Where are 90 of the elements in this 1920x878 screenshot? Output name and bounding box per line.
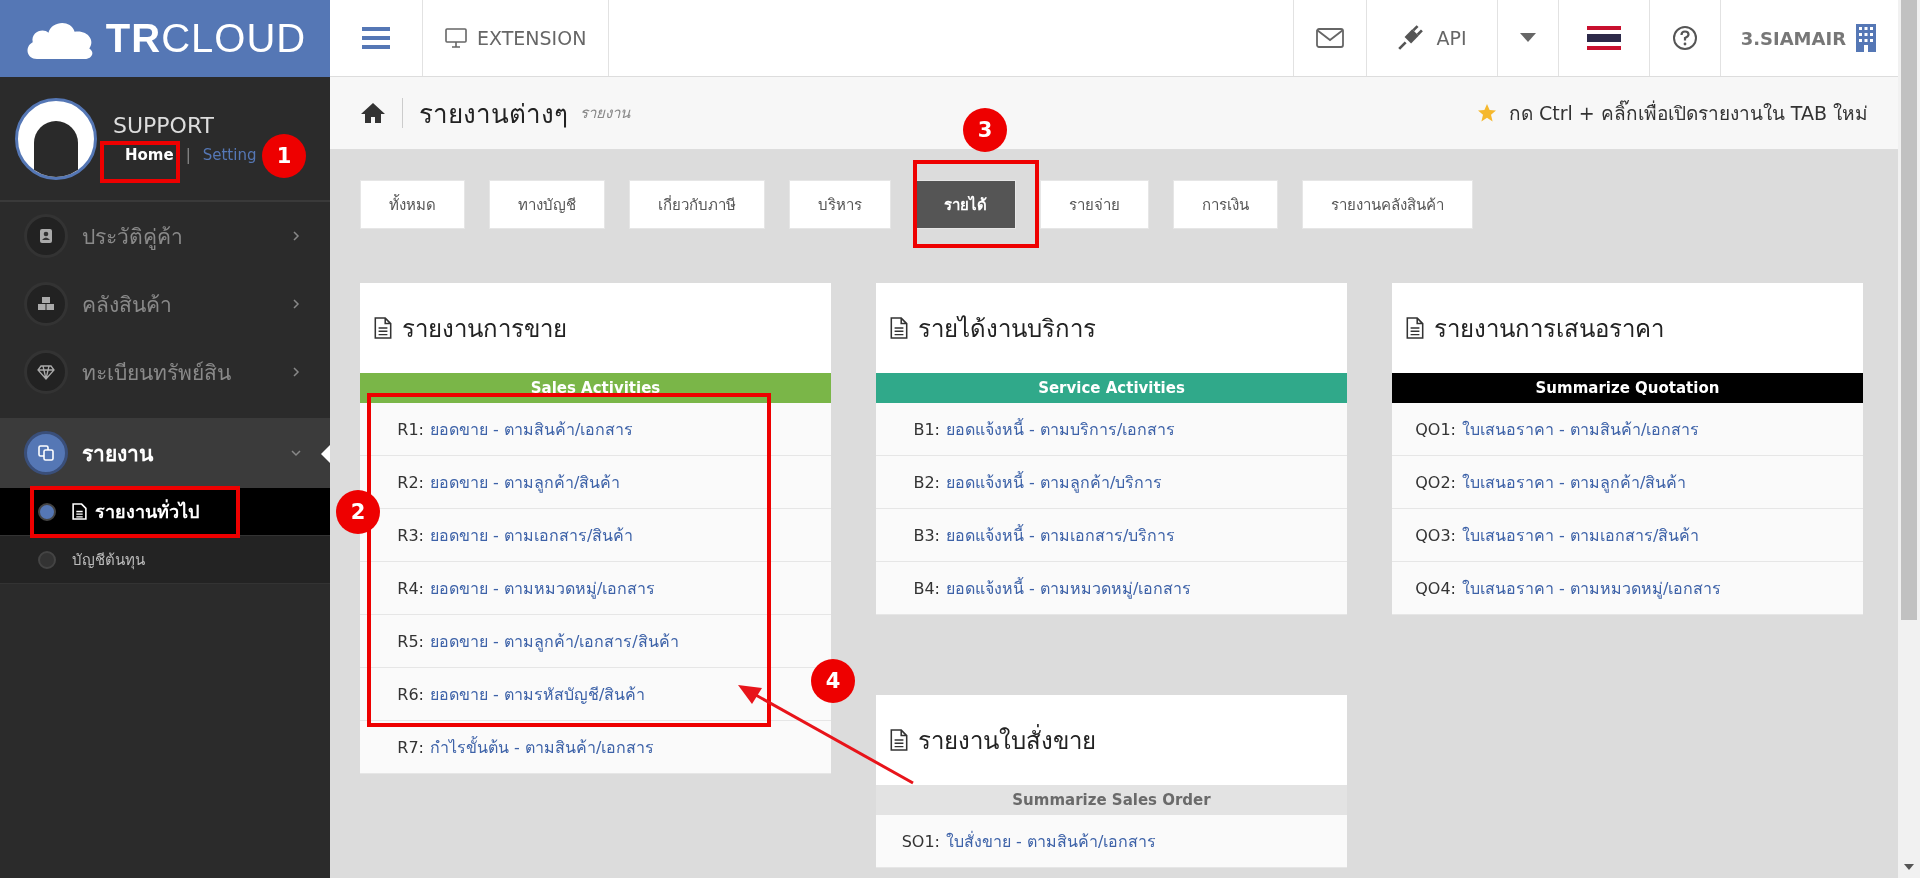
report-link[interactable]: ใบเสนอราคา - ตามเอกสาร/สินค้า <box>1462 522 1700 548</box>
report-link[interactable]: ยอดแจ้งหนี้ - ตามเอกสาร/บริการ <box>946 522 1176 548</box>
document-icon <box>374 317 392 339</box>
card-title: รายได้งานบริการ <box>918 313 1096 345</box>
report-link[interactable]: ยอดแจ้งหนี้ - ตามลูกค้า/บริการ <box>946 469 1163 495</box>
home-icon[interactable] <box>360 102 386 124</box>
chevron-right-icon <box>290 230 302 242</box>
scrollbar[interactable] <box>1898 0 1920 878</box>
home-link[interactable]: Home <box>125 146 174 164</box>
report-tab[interactable]: รายได้ <box>915 180 1016 229</box>
report-link[interactable]: ใบเสนอราคา - ตามสินค้า/เอกสาร <box>1462 416 1700 442</box>
card-title: รายงานการขาย <box>402 313 567 345</box>
report-code: R6: <box>396 684 424 704</box>
page-title: รายงานต่างๆ <box>419 97 568 131</box>
report-tab[interactable]: ทั้งหมด <box>360 180 465 229</box>
report-code: B4: <box>912 578 940 598</box>
report-code: B3: <box>912 525 940 545</box>
mail-icon <box>1315 28 1344 48</box>
active-pointer <box>321 445 330 463</box>
report-link[interactable]: ใบเสนอราคา - ตามลูกค้า/สินค้า <box>1462 469 1687 495</box>
caret-icon <box>1519 33 1536 43</box>
report-tab[interactable]: เกี่ยวกับภาษี <box>629 180 765 229</box>
tree-dot <box>38 502 56 521</box>
document-icon <box>1406 317 1424 339</box>
step-number: 2 <box>336 490 380 534</box>
sidebar-item[interactable]: คลังสินค้า <box>0 270 330 338</box>
flag-icon <box>1586 26 1621 50</box>
document-icon <box>890 729 908 751</box>
boxes-icon <box>37 296 55 312</box>
report-tab[interactable]: รายงานคลังสินค้า <box>1302 180 1473 229</box>
report-code: R3: <box>396 525 424 545</box>
report-link[interactable]: ยอดขาย - ตามลูกค้า/เอกสาร/สินค้า <box>430 628 679 654</box>
plug-icon <box>1396 25 1423 51</box>
sidebar-item[interactable]: รายงาน <box>0 418 330 488</box>
document-icon <box>72 503 87 520</box>
star-icon <box>1476 103 1497 123</box>
report-link[interactable]: ใบเสนอราคา - ตามหมวดหมู่/เอกสาร <box>1462 575 1722 601</box>
report-tab[interactable]: การเงิน <box>1173 180 1278 229</box>
report-link[interactable]: ยอดแจ้งหนี้ - ตามบริการ/เอกสาร <box>946 416 1176 442</box>
hint-text: กด Ctrl + คลิ๊กเพื่อเปิดรายงานใน TAB ใหม่ <box>1508 99 1868 126</box>
user-name: SUPPORT <box>113 113 216 138</box>
chevron-right-icon <box>290 298 302 310</box>
report-tab[interactable]: บริหาร <box>789 180 891 229</box>
report-link[interactable]: กำไรขั้นต้น - ตามสินค้า/เอกสาร <box>430 734 655 760</box>
setting-link[interactable]: Setting <box>202 146 257 164</box>
report-code: R4: <box>396 578 424 598</box>
sidebar-subitem[interactable]: รายงานทั่วไป <box>0 488 330 536</box>
report-link[interactable]: ยอดขาย - ตามสินค้า/เอกสาร <box>430 416 634 442</box>
logo-text: TRCLOUD <box>105 16 307 61</box>
report-link[interactable]: ยอดขาย - ตามเอกสาร/สินค้า <box>430 522 634 548</box>
help-icon <box>1671 25 1698 51</box>
tree-dot <box>38 550 56 569</box>
report-tab[interactable]: รายจ่าย <box>1040 180 1149 229</box>
diamond-icon <box>37 364 55 380</box>
scroll-down-icon[interactable] <box>1904 864 1914 870</box>
card-title: รายงานการเสนอราคา <box>1434 313 1664 345</box>
section-band: Service Activities <box>876 373 1347 403</box>
report-code: B1: <box>912 419 940 439</box>
report-code: R5: <box>396 631 424 651</box>
document-icon <box>890 317 908 339</box>
menu-icon <box>362 27 390 49</box>
monitor-icon <box>445 28 467 48</box>
building-icon <box>1856 24 1876 52</box>
report-code: QO2: <box>1414 472 1456 492</box>
report-code: QO4: <box>1414 578 1456 598</box>
report-link[interactable]: ยอดขาย - ตามลูกค้า/สินค้า <box>430 469 621 495</box>
section-band: Summarize Quotation <box>1392 373 1863 403</box>
report-code: SO1: <box>900 831 940 851</box>
chevron-right-icon <box>290 366 302 378</box>
section-band: Summarize Sales Order <box>876 785 1347 815</box>
card-title: รายงานใบสั่งขาย <box>918 723 1096 757</box>
report-link[interactable]: ยอดแจ้งหนี้ - ตามหมวดหมู่/เอกสาร <box>946 575 1192 601</box>
report-code: B2: <box>912 472 940 492</box>
report-link[interactable]: ยอดขาย - ตามรหัสบัญชี/สินค้า <box>430 681 646 707</box>
report-link[interactable]: ยอดขาย - ตามหมวดหมู่/เอกสาร <box>430 575 656 601</box>
chevron-down-icon <box>290 447 302 459</box>
report-link[interactable]: ใบสั่งขาย - ตามสินค้า/เอกสาร <box>946 828 1157 854</box>
report-code: R1: <box>396 419 424 439</box>
report-code: QO3: <box>1414 525 1456 545</box>
report-code: R7: <box>396 737 424 757</box>
separator: | <box>185 146 191 164</box>
copy-icon <box>37 444 55 462</box>
sidebar-item[interactable]: ทะเบียนทรัพย์สิน <box>0 338 330 406</box>
contact-book-icon <box>38 228 54 244</box>
report-code: R2: <box>396 472 424 492</box>
report-code: QO1: <box>1414 419 1456 439</box>
page-subtitle: รายงาน <box>580 103 630 124</box>
sidebar-subitem[interactable]: บัญชีต้นทุน <box>0 536 330 584</box>
sidebar-item[interactable]: ประวัติคู่ค้า <box>0 202 330 270</box>
report-tab[interactable]: ทางบัญชี <box>489 180 605 229</box>
